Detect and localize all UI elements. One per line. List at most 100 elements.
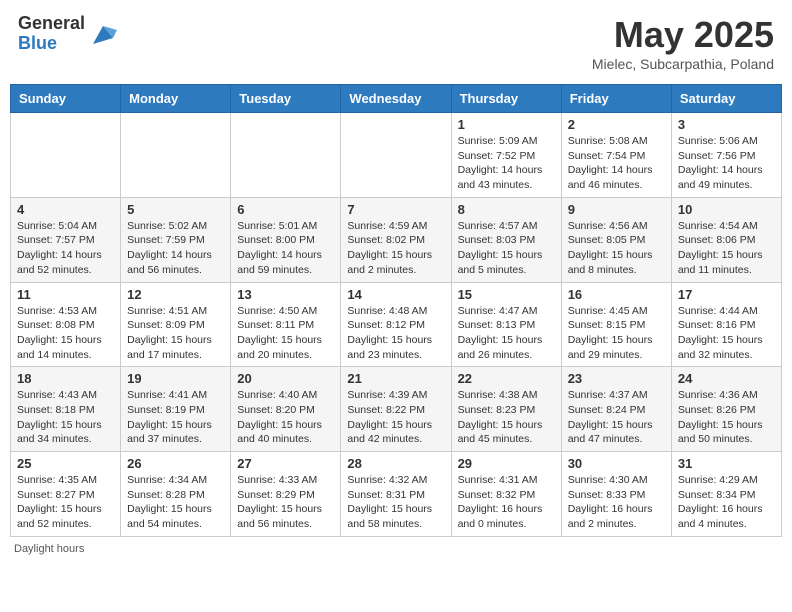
- day-number: 16: [568, 287, 665, 302]
- logo-blue: Blue: [18, 34, 85, 54]
- day-number: 28: [347, 456, 444, 471]
- title-section: May 2025 Mielec, Subcarpathia, Poland: [592, 14, 774, 72]
- calendar-cell: [11, 113, 121, 198]
- calendar-cell: 2 Sunrise: 5:08 AMSunset: 7:54 PMDaylight…: [561, 113, 671, 198]
- day-number: 20: [237, 371, 334, 386]
- day-info: Sunrise: 4:31 AMSunset: 8:32 PMDaylight:…: [458, 473, 555, 532]
- calendar-cell: 22 Sunrise: 4:38 AMSunset: 8:23 PMDayligh…: [451, 367, 561, 452]
- day-info: Sunrise: 4:29 AMSunset: 8:34 PMDaylight:…: [678, 473, 775, 532]
- calendar-header-sunday: Sunday: [11, 85, 121, 113]
- day-info: Sunrise: 5:04 AMSunset: 7:57 PMDaylight:…: [17, 219, 114, 278]
- day-number: 9: [568, 202, 665, 217]
- day-info: Sunrise: 4:48 AMSunset: 8:12 PMDaylight:…: [347, 304, 444, 363]
- day-info: Sunrise: 4:56 AMSunset: 8:05 PMDaylight:…: [568, 219, 665, 278]
- calendar-header-thursday: Thursday: [451, 85, 561, 113]
- day-number: 17: [678, 287, 775, 302]
- calendar-cell: 13 Sunrise: 4:50 AMSunset: 8:11 PMDayligh…: [231, 282, 341, 367]
- day-number: 13: [237, 287, 334, 302]
- logo-icon: [89, 20, 117, 48]
- day-info: Sunrise: 5:06 AMSunset: 7:56 PMDaylight:…: [678, 134, 775, 193]
- day-number: 31: [678, 456, 775, 471]
- calendar-week-1: 4Sunrise: 5:04 AMSunset: 7:57 PMDaylight…: [11, 197, 782, 282]
- calendar-cell: 23 Sunrise: 4:37 AMSunset: 8:24 PMDayligh…: [561, 367, 671, 452]
- day-info: Sunrise: 4:35 AMSunset: 8:27 PMDaylight:…: [17, 473, 114, 532]
- calendar-cell: 25 Sunrise: 4:35 AMSunset: 8:27 PMDayligh…: [11, 452, 121, 537]
- day-info: Sunrise: 5:01 AMSunset: 8:00 PMDaylight:…: [237, 219, 334, 278]
- calendar-cell: 17Sunrise: 4:44 AMSunset: 8:16 PMDayligh…: [671, 282, 781, 367]
- day-number: 7: [347, 202, 444, 217]
- calendar-cell: 26Sunrise: 4:34 AMSunset: 8:28 PMDayligh…: [121, 452, 231, 537]
- day-number: 12: [127, 287, 224, 302]
- day-info: Sunrise: 5:09 AMSunset: 7:52 PMDaylight:…: [458, 134, 555, 193]
- calendar-header-wednesday: Wednesday: [341, 85, 451, 113]
- calendar-cell: 12Sunrise: 4:51 AMSunset: 8:09 PMDayligh…: [121, 282, 231, 367]
- day-number: 30: [568, 456, 665, 471]
- footer: Daylight hours: [10, 543, 782, 555]
- day-number: 29: [458, 456, 555, 471]
- location: Mielec, Subcarpathia, Poland: [592, 56, 774, 72]
- day-info: Sunrise: 5:08 AMSunset: 7:54 PMDaylight:…: [568, 134, 665, 193]
- day-number: 14: [347, 287, 444, 302]
- calendar-cell: 24 Sunrise: 4:36 AMSunset: 8:26 PMDayligh…: [671, 367, 781, 452]
- day-number: 15: [458, 287, 555, 302]
- day-info: Sunrise: 4:43 AMSunset: 8:18 PMDaylight:…: [17, 388, 114, 447]
- calendar-cell: 1Sunrise: 5:09 AMSunset: 7:52 PMDaylight…: [451, 113, 561, 198]
- calendar-cell: 28Sunrise: 4:32 AMSunset: 8:31 PMDayligh…: [341, 452, 451, 537]
- day-info: Sunrise: 4:40 AMSunset: 8:20 PMDaylight:…: [237, 388, 334, 447]
- day-info: Sunrise: 4:57 AMSunset: 8:03 PMDaylight:…: [458, 219, 555, 278]
- calendar-week-4: 25 Sunrise: 4:35 AMSunset: 8:27 PMDayligh…: [11, 452, 782, 537]
- calendar-cell: [341, 113, 451, 198]
- logo-general: General: [18, 14, 85, 34]
- month-title: May 2025: [592, 14, 774, 56]
- calendar-cell: 16Sunrise: 4:45 AMSunset: 8:15 PMDayligh…: [561, 282, 671, 367]
- calendar-cell: 29 Sunrise: 4:31 AMSunset: 8:32 PMDayligh…: [451, 452, 561, 537]
- calendar-cell: 7 Sunrise: 4:59 AMSunset: 8:02 PMDaylight…: [341, 197, 451, 282]
- day-number: 21: [347, 371, 444, 386]
- calendar-week-0: 1Sunrise: 5:09 AMSunset: 7:52 PMDaylight…: [11, 113, 782, 198]
- calendar-cell: 8 Sunrise: 4:57 AMSunset: 8:03 PMDaylight…: [451, 197, 561, 282]
- day-info: Sunrise: 4:33 AMSunset: 8:29 PMDaylight:…: [237, 473, 334, 532]
- day-number: 2: [568, 117, 665, 132]
- day-number: 11: [17, 287, 114, 302]
- day-info: Sunrise: 4:36 AMSunset: 8:26 PMDaylight:…: [678, 388, 775, 447]
- calendar-cell: [121, 113, 231, 198]
- day-info: Sunrise: 4:47 AMSunset: 8:13 PMDaylight:…: [458, 304, 555, 363]
- calendar-cell: 30 Sunrise: 4:30 AMSunset: 8:33 PMDayligh…: [561, 452, 671, 537]
- day-number: 8: [458, 202, 555, 217]
- calendar-cell: 3Sunrise: 5:06 AMSunset: 7:56 PMDaylight…: [671, 113, 781, 198]
- calendar-cell: 20 Sunrise: 4:40 AMSunset: 8:20 PMDayligh…: [231, 367, 341, 452]
- calendar-cell: 31 Sunrise: 4:29 AMSunset: 8:34 PMDayligh…: [671, 452, 781, 537]
- day-number: 27: [237, 456, 334, 471]
- day-number: 23: [568, 371, 665, 386]
- day-number: 6: [237, 202, 334, 217]
- calendar-cell: 4Sunrise: 5:04 AMSunset: 7:57 PMDaylight…: [11, 197, 121, 282]
- calendar-header-saturday: Saturday: [671, 85, 781, 113]
- day-number: 24: [678, 371, 775, 386]
- day-info: Sunrise: 4:37 AMSunset: 8:24 PMDaylight:…: [568, 388, 665, 447]
- day-info: Sunrise: 4:53 AMSunset: 8:08 PMDaylight:…: [17, 304, 114, 363]
- day-number: 5: [127, 202, 224, 217]
- calendar-header-tuesday: Tuesday: [231, 85, 341, 113]
- day-info: Sunrise: 4:50 AMSunset: 8:11 PMDaylight:…: [237, 304, 334, 363]
- calendar-header-friday: Friday: [561, 85, 671, 113]
- calendar-header-monday: Monday: [121, 85, 231, 113]
- day-number: 18: [17, 371, 114, 386]
- day-info: Sunrise: 4:59 AMSunset: 8:02 PMDaylight:…: [347, 219, 444, 278]
- day-number: 10: [678, 202, 775, 217]
- calendar-cell: 11 Sunrise: 4:53 AMSunset: 8:08 PMDayligh…: [11, 282, 121, 367]
- header: General Blue May 2025 Mielec, Subcarpath…: [10, 10, 782, 76]
- calendar-cell: 15 Sunrise: 4:47 AMSunset: 8:13 PMDayligh…: [451, 282, 561, 367]
- day-info: Sunrise: 4:54 AMSunset: 8:06 PMDaylight:…: [678, 219, 775, 278]
- calendar-header-row: SundayMondayTuesdayWednesdayThursdayFrid…: [11, 85, 782, 113]
- calendar-cell: [231, 113, 341, 198]
- calendar-cell: 21Sunrise: 4:39 AMSunset: 8:22 PMDayligh…: [341, 367, 451, 452]
- day-number: 25: [17, 456, 114, 471]
- calendar-week-3: 18 Sunrise: 4:43 AMSunset: 8:18 PMDayligh…: [11, 367, 782, 452]
- day-number: 19: [127, 371, 224, 386]
- calendar-cell: 9 Sunrise: 4:56 AMSunset: 8:05 PMDaylight…: [561, 197, 671, 282]
- day-number: 22: [458, 371, 555, 386]
- day-info: Sunrise: 4:38 AMSunset: 8:23 PMDaylight:…: [458, 388, 555, 447]
- calendar-cell: 10 Sunrise: 4:54 AMSunset: 8:06 PMDayligh…: [671, 197, 781, 282]
- day-info: Sunrise: 4:34 AMSunset: 8:28 PMDaylight:…: [127, 473, 224, 532]
- day-info: Sunrise: 4:30 AMSunset: 8:33 PMDaylight:…: [568, 473, 665, 532]
